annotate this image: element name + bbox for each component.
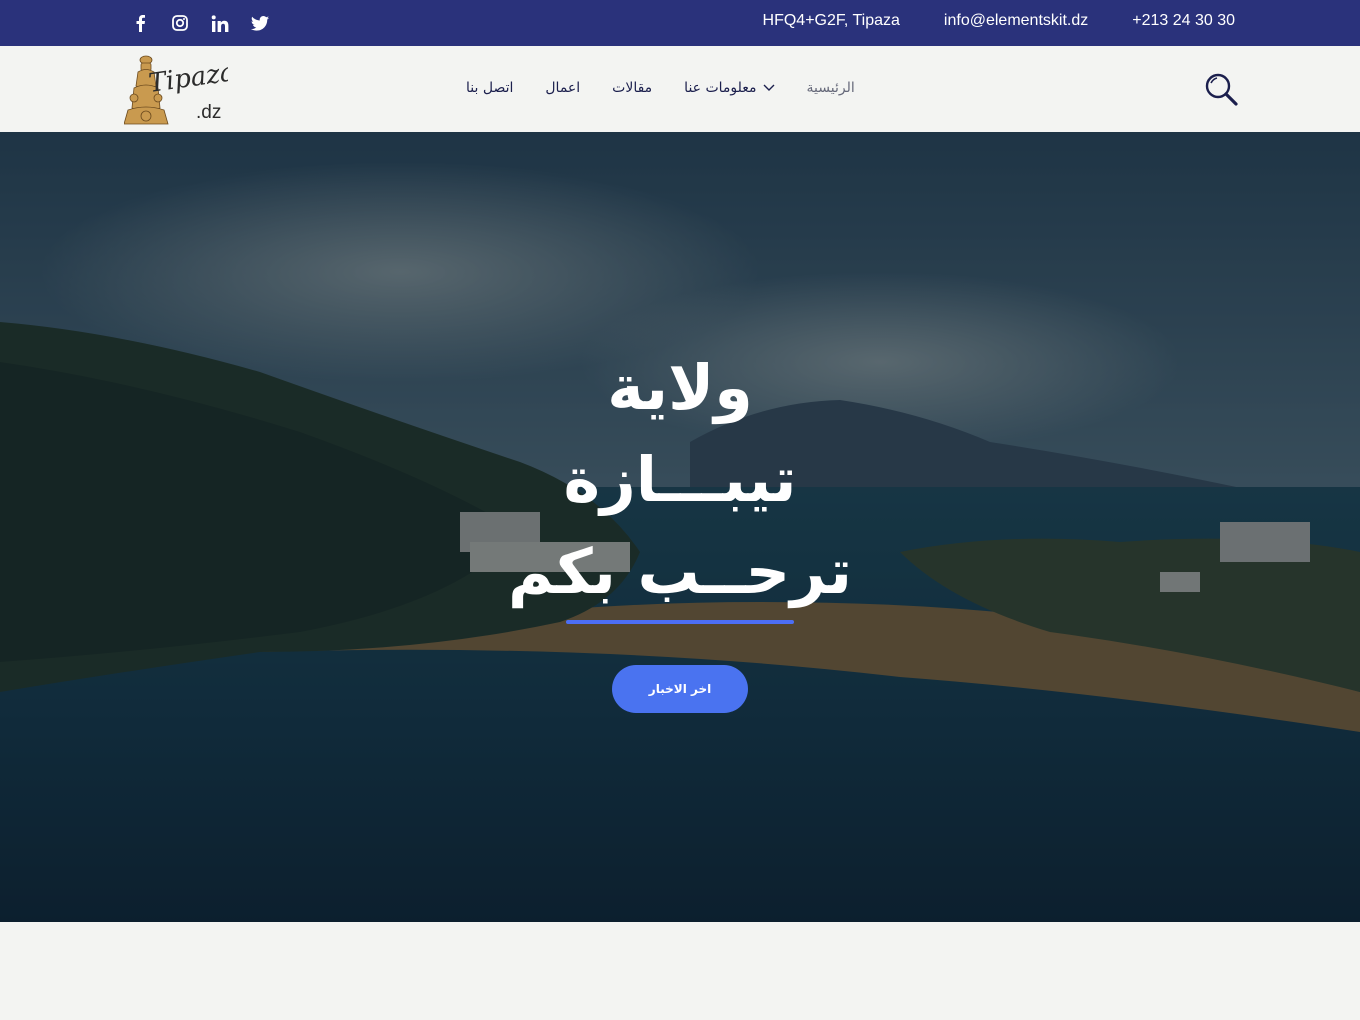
hero-title-line-3: ترحــب بكم	[507, 535, 853, 608]
social-links	[130, 12, 270, 34]
hero-title-line-1: ولاية	[607, 351, 753, 424]
main-menu: الرئيسية معلومات عنا مقالات اعمال اتصل ب…	[466, 80, 855, 96]
site-logo[interactable]: Tipaza .dz	[123, 52, 237, 128]
top-bar: HFQ4+G2F, Tipaza info@elementskit.dz +21…	[0, 0, 1360, 46]
menu-item-about[interactable]: معلومات عنا	[684, 80, 775, 96]
twitter-icon[interactable]	[250, 12, 270, 34]
menu-item-contact[interactable]: اتصل بنا	[466, 80, 513, 96]
menu-item-articles[interactable]: مقالات	[612, 80, 652, 96]
menu-item-label: مقالات	[612, 80, 653, 96]
search-icon[interactable]	[1204, 72, 1238, 106]
logo-suffix: .dz	[196, 102, 222, 123]
facebook-icon[interactable]	[130, 12, 150, 34]
instagram-icon[interactable]	[170, 12, 190, 34]
menu-item-works[interactable]: اعمال	[545, 80, 580, 96]
contact-info: HFQ4+G2F, Tipaza info@elementskit.dz +21…	[763, 12, 1235, 30]
latest-news-button[interactable]: اخر الاخبار	[612, 665, 748, 713]
chevron-down-icon	[763, 80, 775, 96]
svg-text:Tipaza: Tipaza	[147, 57, 228, 99]
email-link[interactable]: info@elementskit.dz	[944, 12, 1088, 30]
hero-section: ولاية تيبـــازة ترحــب بكم اخر الاخبار	[0, 132, 1360, 922]
linkedin-icon[interactable]	[210, 12, 230, 34]
main-header: Tipaza .dz الرئيسية معلومات عنا مقالات ا…	[0, 46, 1360, 132]
menu-item-home[interactable]: الرئيسية	[807, 80, 855, 96]
menu-item-label: معلومات عنا	[684, 80, 757, 96]
hero-title-line-2: تيبـــازة	[563, 443, 797, 516]
menu-item-label: الرئيسية	[806, 80, 855, 96]
phone-link[interactable]: +213 24 30 30	[1132, 12, 1235, 30]
address-text[interactable]: HFQ4+G2F, Tipaza	[763, 12, 900, 30]
menu-item-label: اتصل بنا	[466, 80, 514, 96]
title-underline	[566, 620, 794, 624]
hero-title: ولاية تيبـــازة ترحــب بكم	[380, 342, 980, 618]
menu-item-label: اعمال	[545, 80, 581, 96]
page-bottom-area	[0, 922, 1360, 1020]
